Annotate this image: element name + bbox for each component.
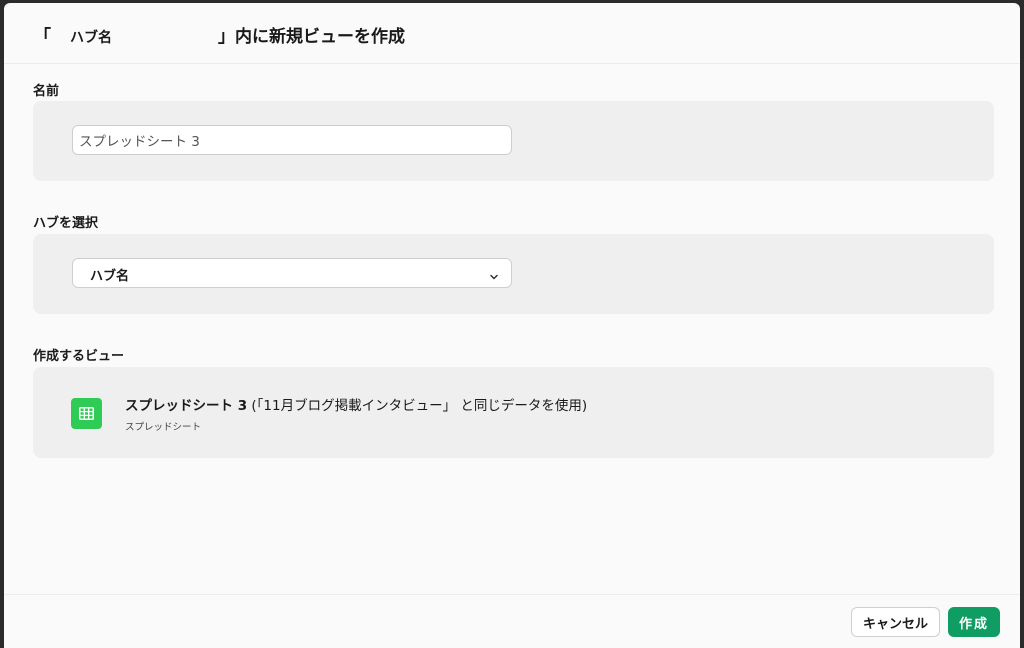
create-button[interactable]: 作成 bbox=[948, 607, 1000, 637]
grid-table-icon bbox=[71, 398, 102, 429]
dialog-title: 「 ハブ名 」内に新規ビューを作成 bbox=[34, 22, 405, 47]
view-note: (「11月ブログ掲載インタビュー」 と同じデータを使用) bbox=[251, 398, 588, 414]
chevron-down-icon bbox=[489, 267, 499, 280]
title-quote-open: 「 bbox=[34, 27, 51, 47]
title-suffix: 」内に新規ビューを作成 bbox=[218, 27, 405, 47]
hub-select-value: ハブ名 bbox=[90, 269, 130, 284]
view-section-label: 作成するビュー bbox=[33, 349, 125, 364]
hub-select-dropdown[interactable]: ハブ名 bbox=[72, 258, 512, 288]
name-label: 名前 bbox=[33, 84, 60, 99]
view-type: スプレッドシート bbox=[125, 422, 202, 433]
title-hub-name: ハブ名 bbox=[70, 30, 112, 46]
name-input[interactable] bbox=[72, 125, 512, 155]
dialog-header: 「 ハブ名 」内に新規ビューを作成 bbox=[4, 3, 1020, 64]
dialog-footer: キャンセル 作成 bbox=[4, 594, 1020, 648]
create-view-dialog: 「ハブ名」内に新規ビューを作成 名前 ハブを選択 ハブ名 作成するビュー bbox=[4, 3, 1020, 648]
view-title: スプレッドシート 3 (「11月ブログ掲載インタビュー」 と同じデータを使用) bbox=[125, 394, 587, 414]
view-panel: スプレッドシート 3 (「11月ブログ掲載インタビュー」 と同じデータを使用) … bbox=[33, 367, 994, 458]
name-panel bbox=[33, 101, 994, 181]
cancel-button[interactable]: キャンセル bbox=[851, 607, 940, 637]
hub-select-label: ハブを選択 bbox=[33, 216, 99, 231]
hub-select-panel: ハブ名 bbox=[33, 234, 994, 314]
view-name: スプレッドシート 3 bbox=[125, 398, 248, 414]
